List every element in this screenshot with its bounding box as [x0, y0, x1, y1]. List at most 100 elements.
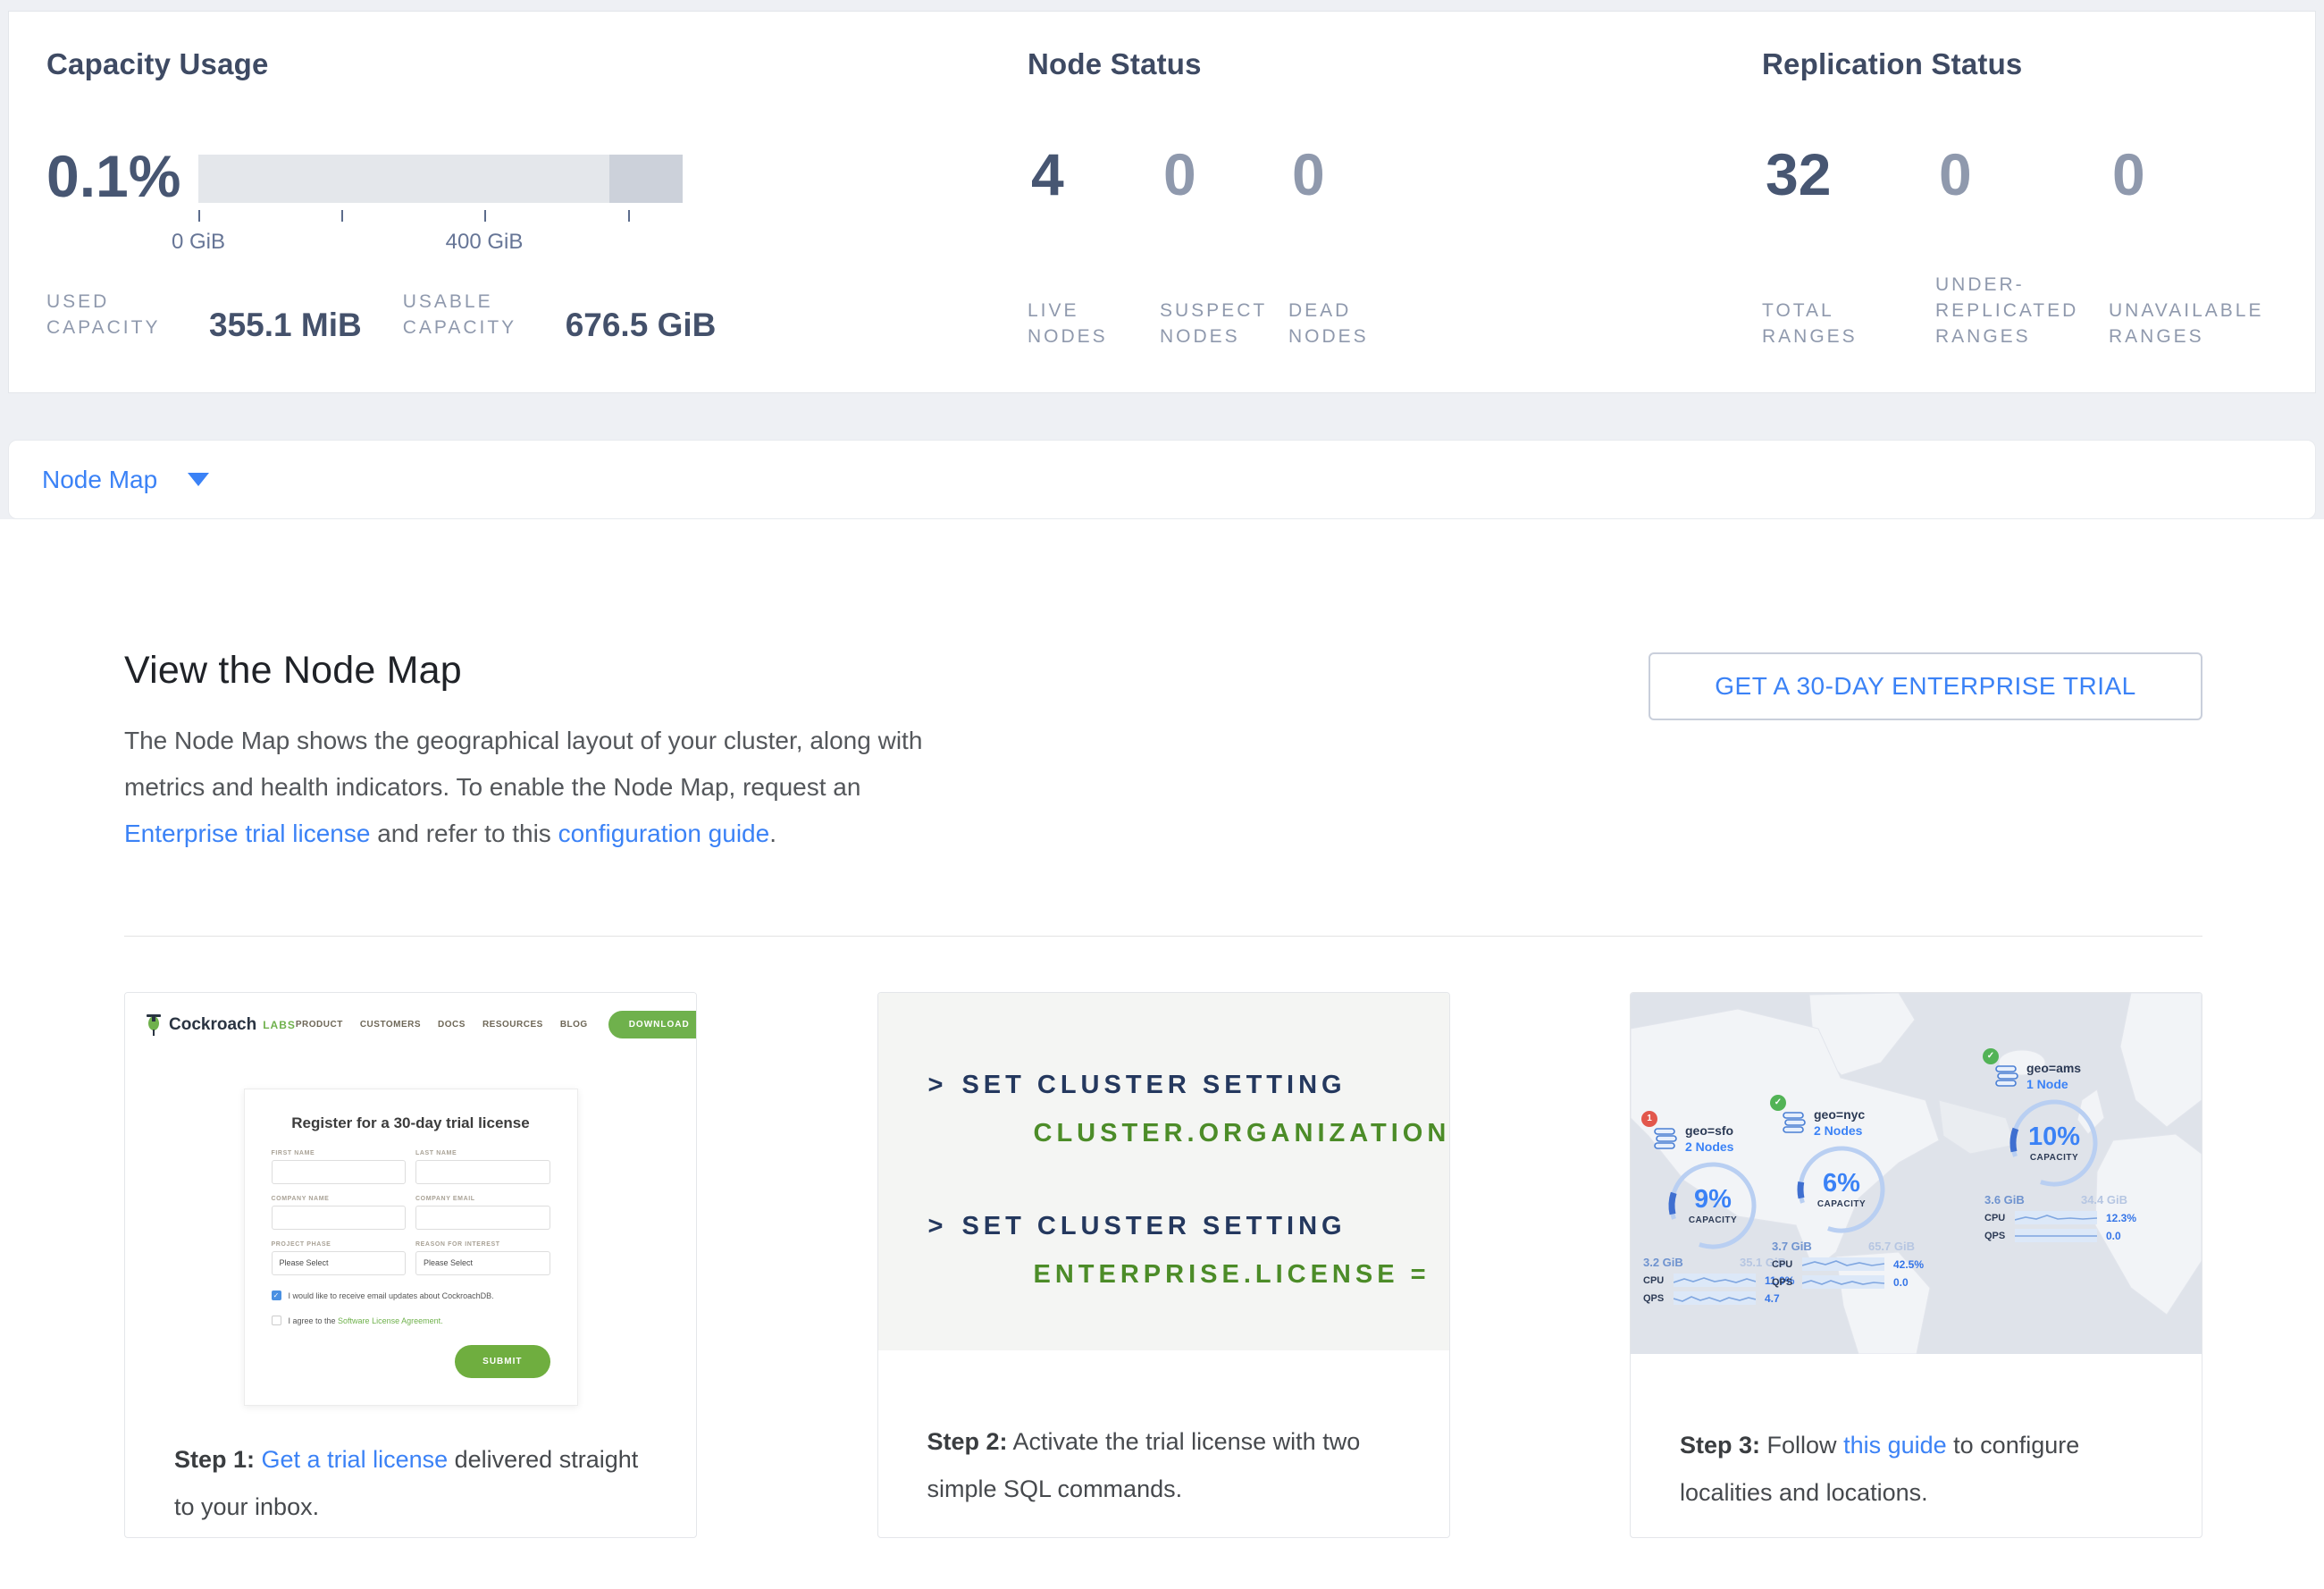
main-content: View the Node Map The Node Map shows the…	[0, 519, 2324, 1538]
company-email-input[interactable]	[415, 1206, 550, 1230]
capacity-percent: 10%	[2028, 1123, 2080, 1150]
step3-label: Step 3:	[1680, 1432, 1760, 1459]
cluster-node-count: 2 Nodes	[1814, 1123, 1865, 1138]
this-guide-link[interactable]: this guide	[1843, 1432, 1947, 1459]
axis-tick	[341, 210, 343, 222]
project-phase-select[interactable]: Please Select	[272, 1251, 407, 1275]
capacity-range: 3.7 GiB65.7 GiB	[1772, 1240, 1915, 1253]
top-stats-region: Capacity Usage 0.1% 0 GiB 400 GiB USED C…	[0, 0, 2324, 519]
cluster-name: geo=sfo	[1685, 1123, 1733, 1138]
step1-label: Step 1:	[174, 1446, 255, 1473]
enterprise-trial-license-link[interactable]: Enterprise trial license	[124, 820, 370, 847]
under-replicated-value: 0	[1935, 142, 2078, 206]
email-updates-row: ✓ I would like to receive email updates …	[272, 1291, 550, 1300]
map-cluster-ams: ✓ geo=ams 1 Node	[1984, 1061, 2142, 1242]
email-updates-checkbox[interactable]: ✓	[272, 1291, 281, 1300]
nav-product[interactable]: PRODUCT	[296, 1020, 343, 1030]
cluster-node-count: 1 Node	[2026, 1077, 2081, 1091]
suspect-nodes-stat: 0 SUSPECTNODES	[1160, 142, 1267, 349]
chevron-down-icon[interactable]	[188, 473, 209, 486]
usable-capacity-value: 676.5 GiB	[566, 307, 717, 344]
step2-caption: Step 2: Activate the trial license with …	[878, 1350, 1449, 1513]
sql-prompt: >	[928, 1212, 948, 1240]
nav-blog[interactable]: BLOG	[560, 1020, 588, 1030]
company-name-input[interactable]	[272, 1206, 407, 1230]
capacity-gauge: 10% CAPACITY	[2008, 1097, 2101, 1190]
step1-caption: Step 1: Get a trial license delivered st…	[125, 1397, 696, 1531]
node-status-title: Node Status	[1028, 47, 1202, 81]
field-last-name: LAST NAME	[415, 1150, 550, 1184]
suspect-nodes-value: 0	[1160, 142, 1267, 206]
usable-capacity-label: USABLE CAPACITY	[403, 289, 550, 340]
capacity-bar-reserved-segment	[609, 155, 683, 203]
healthy-badge: ✓	[1770, 1095, 1786, 1111]
capacity-usage-title: Capacity Usage	[46, 47, 269, 81]
last-name-input[interactable]	[415, 1160, 550, 1184]
field-label: REASON FOR INTEREST	[415, 1241, 550, 1248]
cluster-name: geo=nyc	[1814, 1107, 1865, 1122]
capacity-range: 3.2 GiB35.1 GiB	[1643, 1256, 1786, 1269]
suspect-nodes-label: SUSPECTNODES	[1160, 264, 1267, 349]
cluster-node-count: 2 Nodes	[1685, 1139, 1733, 1154]
total-ranges-label: TOTALRANGES	[1762, 264, 1858, 349]
download-button[interactable]: DOWNLOAD	[608, 1011, 697, 1038]
qps-metric: QPS 0.0	[1772, 1275, 1929, 1289]
capacity-bar: 0 GiB 400 GiB	[198, 155, 683, 203]
capacity-bar-track	[198, 155, 683, 203]
cpu-metric: CPU 12.3%	[1984, 1211, 2142, 1224]
enterprise-trial-button[interactable]: GET A 30-DAY ENTERPRISE TRIAL	[1649, 652, 2202, 720]
usable-capacity-stat: USABLE CAPACITY 676.5 GiB	[403, 289, 717, 340]
field-label: LAST NAME	[415, 1150, 550, 1156]
capacity-caption: CAPACITY	[2030, 1153, 2078, 1163]
nodemap-dropdown[interactable]: Node Map	[42, 466, 157, 494]
capacity-range: 3.6 GiB34.4 GiB	[1984, 1193, 2127, 1206]
live-nodes-stat: 4 LIVENODES	[1028, 142, 1108, 349]
cpu-metric: CPU 42.5%	[1772, 1257, 1929, 1271]
sql-setting-organization: CLUSTER.ORGANIZATION =	[928, 1113, 1449, 1154]
unavailable-ranges-label: UNAVAILABLERANGES	[2109, 264, 2263, 349]
sql-command-1: >SET CLUSTER SETTING CLUSTER.ORGANIZATIO…	[928, 1064, 1449, 1154]
under-replicated-label: UNDER- REPLICATED RANGES	[1935, 264, 2078, 349]
error-badge: 1	[1641, 1111, 1657, 1127]
axis-tick	[198, 210, 200, 222]
used-capacity-value: 355.1 MiB	[209, 307, 362, 344]
reason-select[interactable]: Please Select	[415, 1251, 550, 1275]
field-first-name: FIRST NAME	[272, 1150, 407, 1184]
nav-docs[interactable]: DOCS	[438, 1020, 466, 1030]
intro-text: and refer to this	[370, 820, 558, 847]
total-ranges-stat: 32 TOTALRANGES	[1762, 142, 1858, 349]
axis-tick-label: 0 GiB	[172, 230, 225, 255]
intro-paragraph: The Node Map shows the geographical layo…	[124, 718, 937, 857]
email-updates-label: I would like to receive email updates ab…	[289, 1291, 494, 1300]
software-license-agreement-link[interactable]: Software License Agreement.	[338, 1316, 443, 1325]
qps-sparkline	[2015, 1229, 2097, 1242]
step3-text: Follow	[1760, 1432, 1843, 1459]
axis-tick-label: 400 GiB	[446, 230, 524, 255]
nodemap-selector-row: Node Map	[8, 440, 2316, 519]
unavailable-ranges-value: 0	[2109, 142, 2263, 206]
nav-customers[interactable]: CUSTOMERS	[360, 1020, 421, 1030]
qps-metric: QPS 4.7	[1643, 1291, 1800, 1305]
field-reason: REASON FOR INTEREST Please Select	[415, 1241, 550, 1275]
get-trial-license-link[interactable]: Get a trial license	[255, 1446, 448, 1473]
field-label: COMPANY EMAIL	[415, 1196, 550, 1202]
database-icon	[1783, 1111, 1806, 1134]
submit-button[interactable]: SUBMIT	[455, 1345, 550, 1378]
database-icon	[1654, 1127, 1677, 1150]
form-fields: FIRST NAME LAST NAME COMPANY NAME C	[272, 1150, 550, 1275]
live-nodes-label: LIVENODES	[1028, 264, 1108, 349]
dead-nodes-label: DEADNODES	[1288, 264, 1369, 349]
capacity-gauge: 6% CAPACITY	[1795, 1143, 1888, 1236]
license-agreement-checkbox[interactable]	[272, 1316, 281, 1325]
cockroach-labs-logo: Cockroach LABS	[145, 1013, 296, 1037]
sql-keyword: SET CLUSTER SETTING	[961, 1071, 1346, 1099]
first-name-input[interactable]	[272, 1160, 407, 1184]
live-nodes-value: 4	[1028, 142, 1108, 206]
total-ranges-value: 32	[1762, 142, 1858, 206]
nav-resources[interactable]: RESOURCES	[482, 1020, 543, 1030]
step3-card: 1 geo=sfo 2 Nodes	[1630, 992, 2202, 1538]
axis-tick	[628, 210, 630, 222]
qps-metric: QPS 0.0	[1984, 1229, 2142, 1242]
node-map-preview: 1 geo=sfo 2 Nodes	[1631, 993, 2202, 1354]
configuration-guide-link[interactable]: configuration guide	[558, 820, 770, 847]
